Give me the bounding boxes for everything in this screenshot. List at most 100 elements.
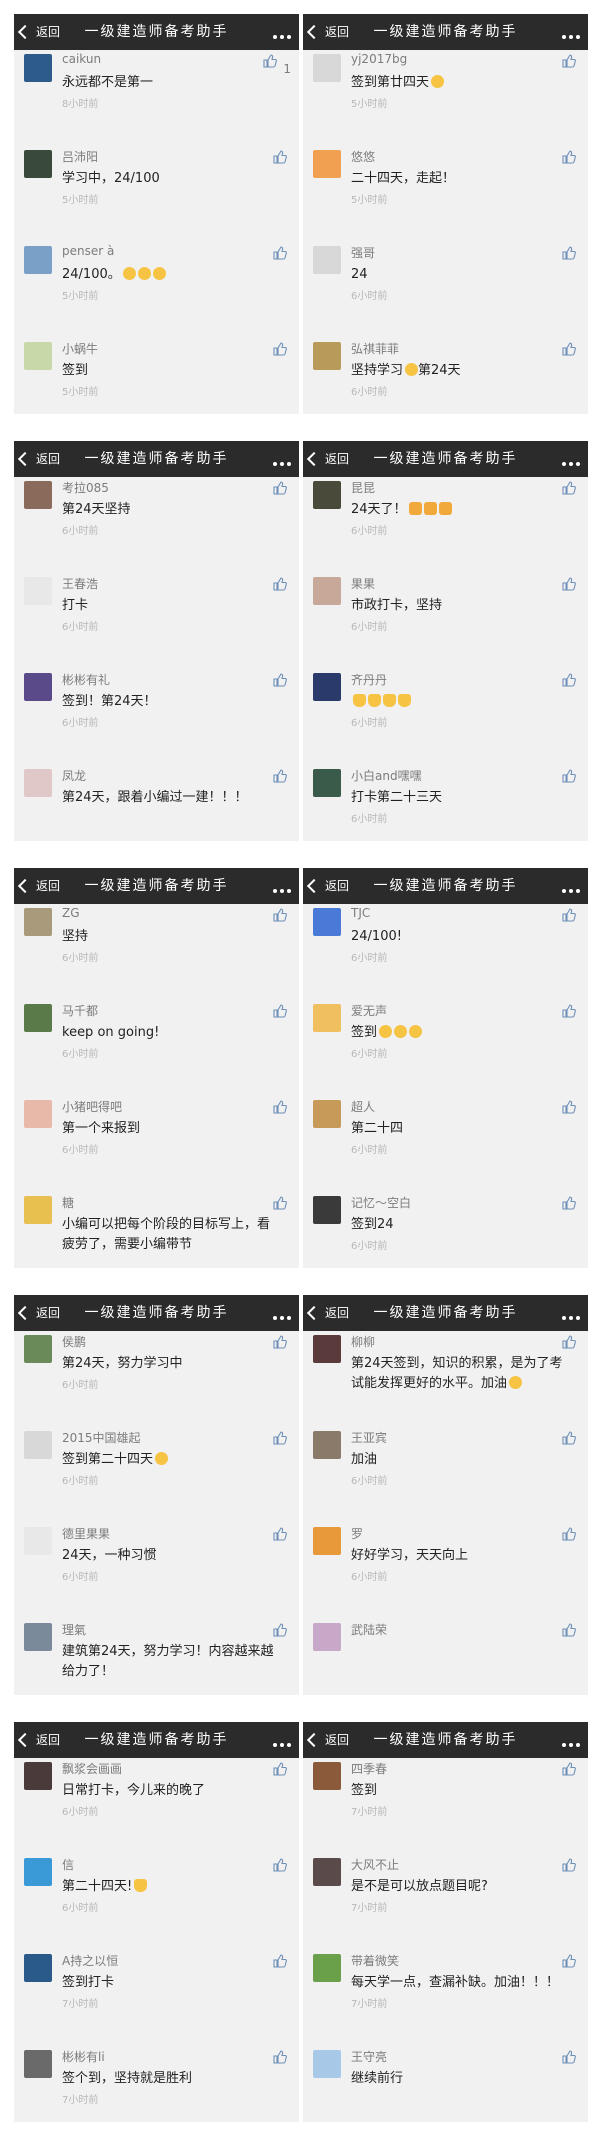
avatar[interactable] — [24, 769, 52, 797]
avatar[interactable] — [313, 1527, 341, 1555]
avatar[interactable] — [313, 1100, 341, 1128]
avatar[interactable] — [313, 1431, 341, 1459]
back-button[interactable]: 返回 — [306, 868, 349, 904]
avatar[interactable] — [24, 1100, 52, 1128]
avatar[interactable] — [24, 908, 52, 936]
like-button[interactable] — [562, 54, 576, 68]
like-button[interactable] — [562, 1100, 576, 1114]
avatar[interactable] — [24, 1762, 52, 1790]
avatar[interactable] — [313, 342, 341, 370]
avatar[interactable] — [313, 481, 341, 509]
more-icon[interactable] — [559, 1307, 580, 1320]
avatar[interactable] — [313, 1004, 341, 1032]
avatar[interactable] — [313, 673, 341, 701]
avatar[interactable] — [24, 1954, 52, 1982]
avatar[interactable] — [313, 577, 341, 605]
like-button[interactable] — [273, 1335, 287, 1349]
like-button[interactable] — [273, 342, 287, 356]
avatar[interactable] — [24, 673, 52, 701]
back-button[interactable]: 返回 — [17, 1722, 60, 1758]
like-button[interactable] — [273, 2050, 287, 2064]
avatar[interactable] — [313, 54, 341, 82]
avatar[interactable] — [24, 577, 52, 605]
back-button[interactable]: 返回 — [17, 1295, 60, 1331]
back-button[interactable]: 返回 — [306, 441, 349, 477]
back-button[interactable]: 返回 — [17, 441, 60, 477]
avatar[interactable] — [313, 908, 341, 936]
avatar[interactable] — [313, 1858, 341, 1886]
like-button[interactable] — [562, 1527, 576, 1541]
back-button[interactable]: 返回 — [17, 868, 60, 904]
back-button[interactable]: 返回 — [17, 14, 60, 50]
like-button[interactable] — [562, 342, 576, 356]
like-button[interactable] — [562, 2050, 576, 2064]
avatar[interactable] — [313, 1954, 341, 1982]
like-button[interactable] — [273, 481, 287, 495]
like-button[interactable] — [562, 577, 576, 591]
like-button[interactable] — [273, 1100, 287, 1114]
like-button[interactable] — [273, 577, 287, 591]
more-icon[interactable] — [559, 453, 580, 466]
avatar[interactable] — [24, 1623, 52, 1651]
more-icon[interactable] — [559, 1734, 580, 1747]
like-button[interactable] — [273, 673, 287, 687]
more-icon[interactable] — [270, 1734, 291, 1747]
like-button[interactable] — [273, 1858, 287, 1872]
more-icon[interactable] — [270, 453, 291, 466]
avatar[interactable] — [24, 481, 52, 509]
avatar[interactable] — [24, 1004, 52, 1032]
like-button[interactable] — [273, 1954, 287, 1968]
avatar[interactable] — [313, 1196, 341, 1224]
avatar[interactable] — [313, 769, 341, 797]
avatar[interactable] — [24, 1527, 52, 1555]
avatar[interactable] — [313, 1623, 341, 1651]
avatar[interactable] — [24, 246, 52, 274]
like-button[interactable] — [562, 1762, 576, 1776]
back-button[interactable]: 返回 — [306, 1295, 349, 1331]
like-button[interactable] — [562, 246, 576, 260]
like-button[interactable] — [562, 673, 576, 687]
like-button[interactable] — [273, 246, 287, 260]
avatar[interactable] — [24, 1431, 52, 1459]
like-button[interactable] — [562, 1858, 576, 1872]
like-button[interactable] — [273, 1527, 287, 1541]
avatar[interactable] — [313, 1335, 341, 1363]
like-button[interactable] — [273, 908, 287, 922]
like-button[interactable] — [273, 1196, 287, 1210]
like-button[interactable] — [562, 1196, 576, 1210]
avatar[interactable] — [313, 246, 341, 274]
more-icon[interactable] — [559, 26, 580, 39]
avatar[interactable] — [24, 2050, 52, 2078]
avatar[interactable] — [24, 1858, 52, 1886]
more-icon[interactable] — [270, 880, 291, 893]
like-button[interactable] — [562, 150, 576, 164]
more-icon[interactable] — [559, 880, 580, 893]
like-button[interactable] — [273, 1623, 287, 1637]
more-icon[interactable] — [270, 26, 291, 39]
like-button[interactable] — [562, 908, 576, 922]
like-button[interactable] — [562, 1004, 576, 1018]
avatar[interactable] — [24, 1335, 52, 1363]
back-button[interactable]: 返回 — [306, 14, 349, 50]
like-button[interactable] — [273, 150, 287, 164]
like-button[interactable] — [562, 769, 576, 783]
like-button[interactable] — [273, 1762, 287, 1776]
like-button[interactable] — [273, 1004, 287, 1018]
like-button[interactable] — [273, 1431, 287, 1445]
avatar[interactable] — [313, 1762, 341, 1790]
like-button[interactable] — [273, 769, 287, 783]
avatar[interactable] — [313, 2050, 341, 2078]
like-button[interactable] — [562, 1954, 576, 1968]
like-button[interactable] — [562, 1431, 576, 1445]
like-button[interactable] — [562, 1335, 576, 1349]
avatar[interactable] — [24, 342, 52, 370]
like-button[interactable] — [562, 481, 576, 495]
more-icon[interactable] — [270, 1307, 291, 1320]
like-button[interactable] — [562, 1623, 576, 1637]
avatar[interactable] — [24, 1196, 52, 1224]
like-button[interactable]: 1 — [263, 54, 291, 76]
avatar[interactable] — [24, 54, 52, 82]
avatar[interactable] — [24, 150, 52, 178]
avatar[interactable] — [313, 150, 341, 178]
back-button[interactable]: 返回 — [306, 1722, 349, 1758]
